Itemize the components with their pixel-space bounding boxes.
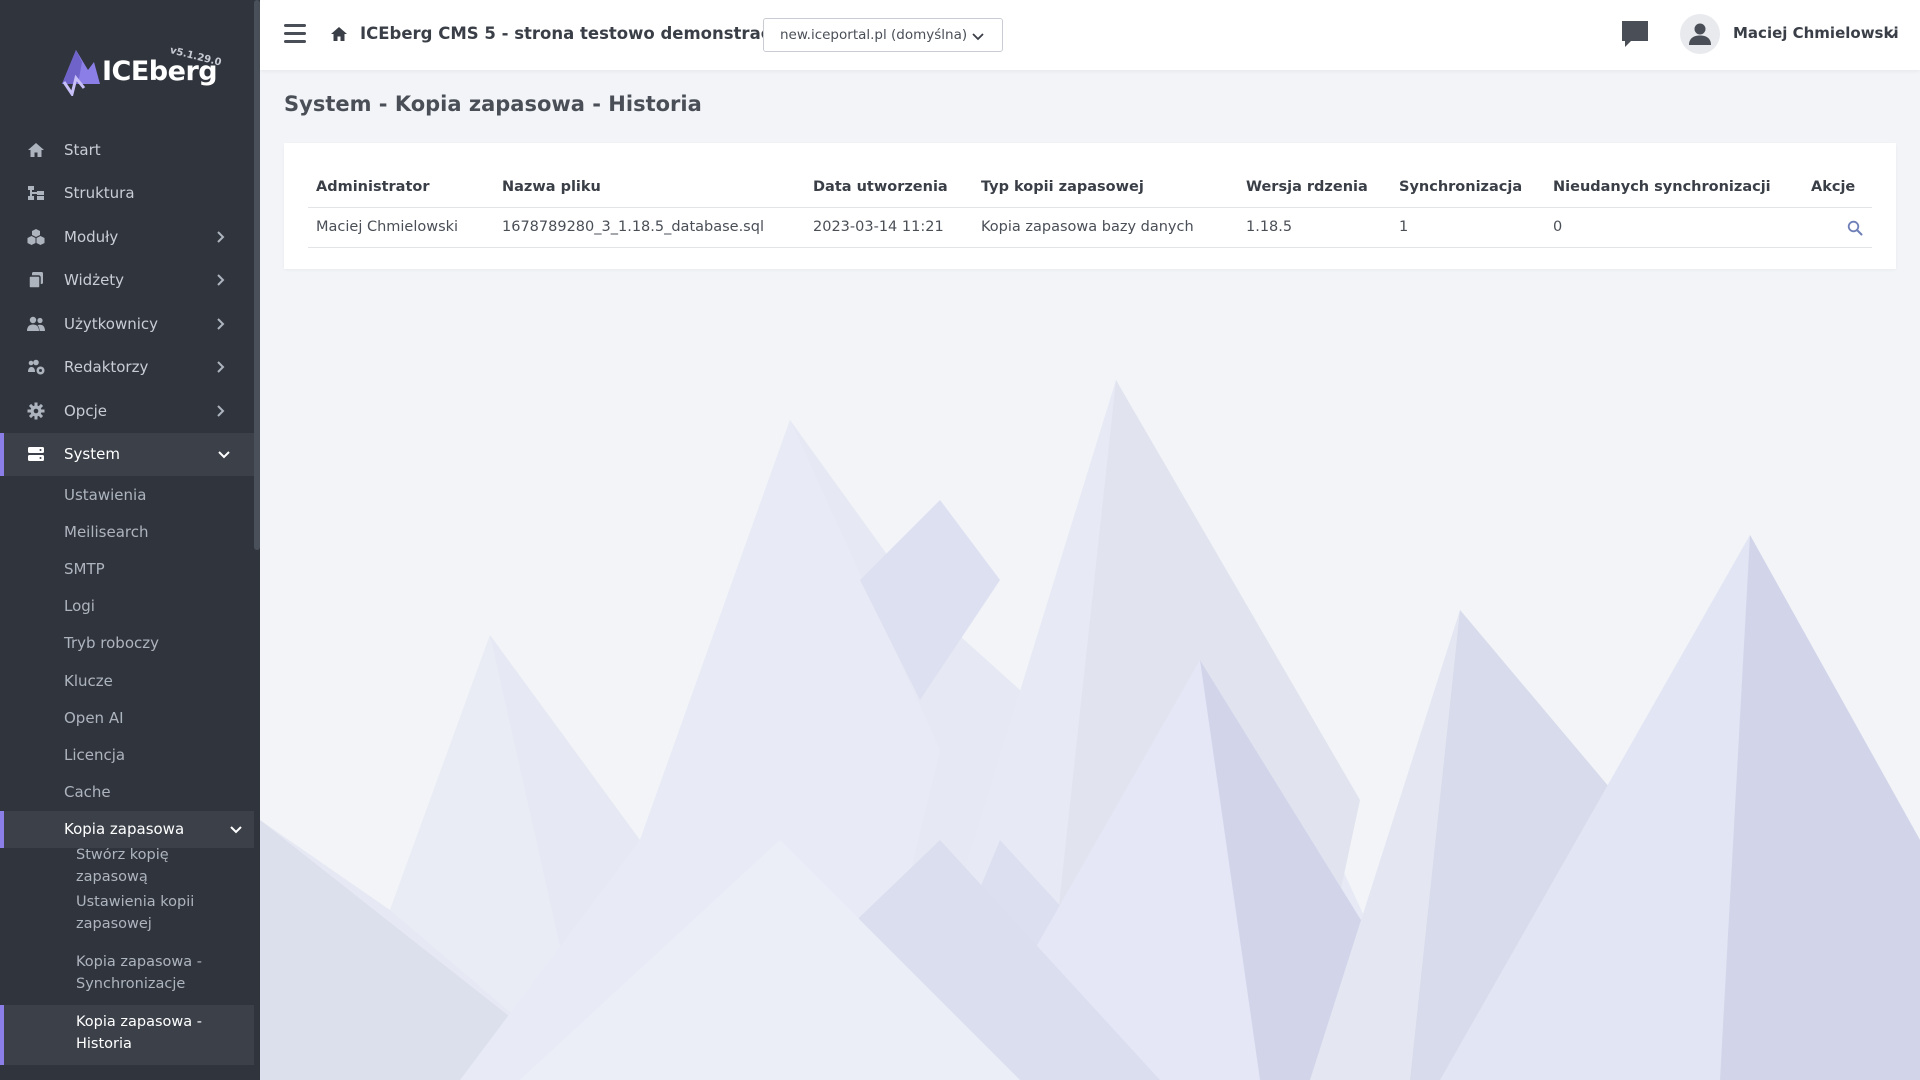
gear-icon [27, 402, 45, 420]
logo[interactable]: ICEberg v5.1.29.0 [58, 40, 228, 100]
sidebar-subitem-kopia-zapasowa[interactable]: Kopia zapasowa [0, 810, 254, 848]
background-mountains [260, 380, 1920, 1080]
copy-icon [28, 272, 43, 289]
backup-history-table: Administrator Nazwa pliku Data utworzeni… [308, 167, 1872, 248]
table-cell: 1 [1391, 207, 1545, 248]
avatar[interactable] [1680, 14, 1720, 54]
sidebar-item-label: System [64, 445, 120, 464]
sidebar-subitem-ustawienia[interactable]: Ustawienia [0, 476, 254, 513]
sidebar-subsubitem-synchronizacje[interactable]: Kopia zapasowa - Synchronizacje [0, 945, 254, 1005]
site-select[interactable]: new.iceportal.pl (domyślna) [763, 18, 1003, 52]
sidebar-subitem-open-ai[interactable]: Open AI [0, 699, 254, 736]
sidebar-item-label: Moduły [64, 227, 119, 246]
table-action-cell [1803, 207, 1872, 248]
table-cell: 2023-03-14 11:21 [805, 207, 973, 248]
chevron-right-icon [217, 405, 225, 417]
sidebar-item-label: Start [64, 140, 101, 159]
sidebar-subitem-label: Kopia zapasowa [64, 820, 185, 839]
column-header: Nieudanych synchronizacji [1545, 167, 1803, 208]
table-cell: 1678789280_3_1.18.5_database.sql [494, 207, 805, 248]
sidebar-subitem-licencja[interactable]: Licencja [0, 736, 254, 773]
sitemap-icon [28, 186, 44, 201]
top-bar: ICEberg CMS 5 - strona testowo demonstra… [260, 0, 1920, 70]
chevron-down-icon [230, 826, 242, 834]
sidebar-subitem-logi[interactable]: Logi [0, 588, 254, 625]
chevron-down-icon[interactable] [1886, 28, 1898, 40]
table-cell: 1.18.5 [1238, 207, 1391, 248]
sidebar-item-label: Redaktorzy [64, 358, 149, 377]
page-title: System - Kopia zapasowa - Historia [284, 92, 702, 116]
table-cell: Kopia zapasowa bazy danych [973, 207, 1238, 248]
chat-icon[interactable] [1619, 18, 1651, 50]
sidebar-item-struktura[interactable]: Struktura [0, 172, 254, 216]
chevron-down-icon [218, 451, 230, 459]
column-header: Wersja rdzenia [1238, 167, 1391, 208]
column-header: Nazwa pliku [494, 167, 805, 208]
sidebar-subitem-klucze[interactable]: Klucze [0, 662, 254, 699]
user-icon [1689, 23, 1711, 45]
sidebar-item-start[interactable]: Start [0, 128, 254, 172]
table-cell: Maciej Chmielowski [308, 207, 494, 248]
sidebar-item-uzytkownicy[interactable]: Użytkownicy [0, 302, 254, 346]
cubes-icon [27, 228, 45, 245]
column-header: Typ kopii zapasowej [973, 167, 1238, 208]
table-cell: 0 [1545, 207, 1803, 248]
server-icon [28, 447, 44, 462]
sidebar-item-label: Widżety [64, 271, 125, 290]
column-header: Data utworzenia [805, 167, 973, 208]
sidebar-item-label: Użytkownicy [64, 314, 159, 333]
search-icon[interactable] [1847, 220, 1863, 236]
sidebar-subitem-tryb-roboczy[interactable]: Tryb roboczy [0, 625, 254, 662]
sidebar-item-opcje[interactable]: Opcje [0, 389, 254, 433]
sidebar-item-widzety[interactable]: Widżety [0, 259, 254, 303]
sidebar: ICEberg v5.1.29.0 Start Struktura Moduły… [0, 0, 260, 1080]
sidebar-subsubitem-stworz-kopie[interactable]: Stwórz kopię zapasową [0, 847, 254, 885]
sidebar-nav: Start Struktura Moduły Widżety Użytkowni… [0, 128, 254, 1065]
column-header: Synchronizacja [1391, 167, 1545, 208]
sidebar-subsubitem-ustawienia-kopii[interactable]: Ustawienia kopii zapasowej [0, 885, 254, 945]
site-select-value: new.iceportal.pl (domyślna) [780, 27, 968, 43]
menu-toggle-icon[interactable] [284, 24, 306, 44]
sidebar-subitem-meilisearch[interactable]: Meilisearch [0, 513, 254, 550]
sidebar-item-redaktorzy[interactable]: Redaktorzy [0, 346, 254, 390]
home-icon [28, 142, 44, 157]
system-submenu: Ustawienia Meilisearch SMTP Logi Tryb ro… [0, 476, 254, 1065]
chevron-right-icon [217, 231, 225, 243]
table-row: Maciej Chmielowski 1678789280_3_1.18.5_d… [308, 207, 1872, 248]
column-header: Administrator [308, 167, 494, 208]
sidebar-item-label: Struktura [64, 184, 135, 203]
backup-history-card: Administrator Nazwa pliku Data utworzeni… [284, 143, 1896, 269]
column-header: Akcje [1803, 167, 1872, 208]
site-title: ICEberg CMS 5 - strona testowo demonstra… [360, 24, 810, 43]
chevron-right-icon [217, 274, 225, 286]
chevron-right-icon [217, 361, 225, 373]
sidebar-scrollbar[interactable] [254, 0, 260, 550]
chevron-right-icon [217, 318, 225, 330]
iceberg-logo-icon [62, 50, 100, 96]
users-cog-icon [28, 359, 45, 375]
table-header-row: Administrator Nazwa pliku Data utworzeni… [308, 167, 1872, 208]
home-icon[interactable] [330, 25, 348, 43]
sidebar-subsubitem-historia[interactable]: Kopia zapasowa - Historia [0, 1004, 254, 1065]
sidebar-subitem-smtp[interactable]: SMTP [0, 550, 254, 587]
user-name[interactable]: Maciej Chmielowski [1733, 24, 1899, 42]
sidebar-item-moduly[interactable]: Moduły [0, 215, 254, 259]
chevron-down-icon [972, 33, 984, 41]
users-icon [27, 316, 45, 331]
sidebar-item-system[interactable]: System [0, 432, 254, 476]
sidebar-subitem-cache[interactable]: Cache [0, 774, 254, 811]
sidebar-item-label: Opcje [64, 401, 107, 420]
backup-submenu: Stwórz kopię zapasową Ustawienia kopii z… [0, 847, 254, 1065]
